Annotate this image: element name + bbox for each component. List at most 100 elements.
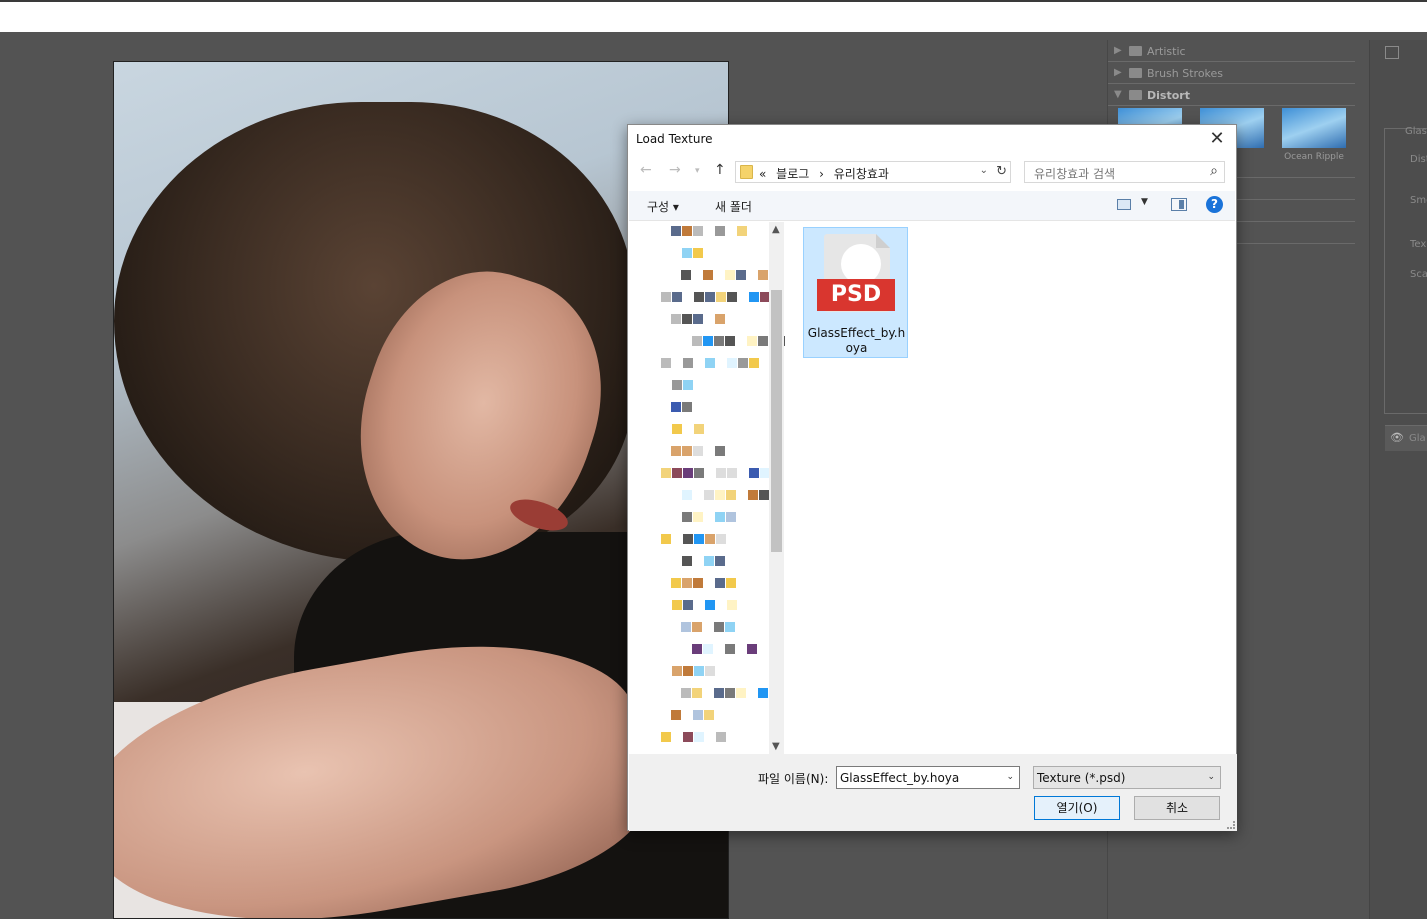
collapse-gallery-button[interactable]	[1385, 46, 1399, 59]
redacted-tree-pixel	[682, 578, 692, 588]
effect-layer-row[interactable]: 👁 Gla	[1385, 425, 1427, 451]
load-texture-dialog: Load Texture ✕ ← → ▾ ↑ « 블로그 › 유리창효과 ⌄ ↻…	[627, 124, 1237, 831]
redacted-tree-pixel	[725, 336, 735, 346]
breadcrumb-blog[interactable]: 블로그	[776, 167, 809, 181]
scroll-down-icon[interactable]: ▼	[772, 741, 780, 752]
redacted-tree-pixel	[727, 292, 737, 302]
filetype-value: Texture (*.psd)	[1037, 771, 1126, 785]
back-arrow-icon[interactable]: ←	[640, 162, 652, 178]
eye-icon[interactable]: 👁	[1390, 431, 1404, 444]
overflow-chevron[interactable]: «	[759, 167, 766, 181]
dialog-title: Load Texture	[636, 132, 713, 146]
filename-value: GlassEffect_by.hoya	[840, 771, 960, 785]
redacted-tree-pixel	[661, 534, 671, 544]
address-bar[interactable]: « 블로그 › 유리창효과 ⌄ ↻	[735, 161, 1011, 183]
redacted-tree-pixel	[715, 314, 725, 324]
redacted-tree-pixel	[672, 292, 682, 302]
redacted-tree-pixel	[705, 292, 715, 302]
redacted-tree-pixel	[749, 292, 759, 302]
filetype-select[interactable]: Texture (*.psd) ⌄	[1033, 766, 1221, 789]
file-list[interactable]: PSD GlassEffect_by.hoya	[785, 222, 1236, 754]
search-placeholder: 유리창효과 검색	[1034, 167, 1116, 181]
redacted-tree-pixel	[661, 732, 671, 742]
organize-button[interactable]: 구성 ▾	[647, 198, 679, 215]
redacted-tree-pixel	[693, 512, 703, 522]
redacted-tree-pixel	[692, 622, 702, 632]
forward-arrow-icon[interactable]: →	[669, 162, 681, 178]
cancel-button[interactable]: 취소	[1134, 796, 1220, 820]
redacted-tree-pixel	[672, 424, 682, 434]
redacted-tree-pixel	[758, 270, 768, 280]
redacted-tree-pixel	[672, 600, 682, 610]
thumb-label-ocean-ripple: Ocean Ripple	[1284, 152, 1344, 162]
panel-divider	[1237, 221, 1355, 222]
breadcrumb-separator[interactable]: ›	[819, 167, 824, 181]
category-label: Distort	[1147, 89, 1190, 102]
redacted-tree-pixel	[714, 336, 724, 346]
address-dropdown-icon[interactable]: ⌄	[980, 165, 988, 176]
refresh-icon[interactable]: ↻	[996, 164, 1007, 179]
filename-field[interactable]: GlassEffect_by.hoya ⌄	[836, 766, 1020, 789]
file-item[interactable]: PSD GlassEffect_by.hoya	[803, 227, 908, 358]
redacted-tree-pixel	[693, 710, 703, 720]
redacted-tree-pixel	[704, 710, 714, 720]
redacted-tree-pixel	[661, 358, 671, 368]
redacted-tree-pixel	[682, 314, 692, 324]
up-arrow-icon[interactable]: ↑	[714, 162, 726, 178]
category-distort[interactable]: ▼ Distort	[1108, 86, 1355, 106]
redacted-tree-pixel	[705, 358, 715, 368]
redacted-tree-pixel	[715, 446, 725, 456]
redacted-tree-pixel	[672, 468, 682, 478]
navigation-scrollbar[interactable]: ▲ ▼	[769, 222, 784, 754]
preview-pane-icon[interactable]	[1171, 198, 1187, 211]
scrollbar-thumb[interactable]	[771, 290, 782, 552]
category-artistic[interactable]: ▶ Artistic	[1108, 42, 1355, 62]
folder-icon	[1129, 46, 1142, 56]
redacted-tree-pixel	[682, 402, 692, 412]
resize-grip-icon[interactable]	[1227, 821, 1235, 829]
breadcrumb-current-folder[interactable]: 유리창효과	[834, 167, 889, 181]
scroll-up-icon[interactable]: ▲	[772, 224, 780, 235]
redacted-tree-pixel	[725, 270, 735, 280]
distortion-label: Dist	[1410, 154, 1427, 165]
redacted-tree-pixel	[681, 622, 691, 632]
redacted-tree-pixel	[692, 336, 702, 346]
panel-divider	[1237, 177, 1355, 178]
effect-layer-label: Gla	[1409, 433, 1426, 444]
redacted-tree-pixel	[683, 468, 693, 478]
redacted-tree-pixel	[758, 688, 768, 698]
redacted-tree-pixel	[693, 578, 703, 588]
collapse-arrow-icon: ▼	[1114, 89, 1122, 100]
new-folder-button[interactable]: 새 폴더	[715, 198, 752, 215]
redacted-tree-pixel	[748, 490, 758, 500]
redacted-tree-pixel	[703, 644, 713, 654]
dialog-footer: 파일 이름(N): GlassEffect_by.hoya ⌄ Texture …	[629, 754, 1237, 831]
redacted-tree-pixel	[671, 578, 681, 588]
redacted-tree-pixel	[683, 666, 693, 676]
filter-thumb-ocean-ripple[interactable]	[1282, 108, 1346, 148]
search-input[interactable]: 유리창효과 검색 ⌕	[1024, 161, 1225, 183]
recent-locations-dropdown-icon[interactable]: ▾	[695, 166, 700, 176]
redacted-tree-pixel	[704, 556, 714, 566]
redacted-tree-pixel	[671, 710, 681, 720]
view-options-dropdown-icon[interactable]: ▼	[1141, 197, 1148, 207]
close-icon[interactable]: ✕	[1206, 128, 1228, 149]
help-icon[interactable]: ?	[1206, 196, 1223, 213]
category-label: Brush Strokes	[1147, 67, 1224, 80]
chevron-down-icon[interactable]: ⌄	[1207, 772, 1215, 782]
open-button[interactable]: 열기(O)	[1034, 796, 1120, 820]
folder-icon	[740, 165, 753, 179]
chevron-down-icon[interactable]: ⌄	[1006, 772, 1014, 782]
category-brush-strokes[interactable]: ▶ Brush Strokes	[1108, 64, 1355, 84]
search-icon[interactable]: ⌕	[1210, 163, 1218, 179]
redacted-tree-pixel	[694, 424, 704, 434]
filter-select[interactable]: Glass	[1405, 126, 1427, 137]
scaling-label: Sca	[1410, 269, 1427, 280]
redacted-tree-pixel	[694, 534, 704, 544]
change-view-icon[interactable]	[1117, 199, 1131, 210]
redacted-tree-pixel	[726, 512, 736, 522]
redacted-tree-pixel	[683, 358, 693, 368]
navigation-pane[interactable]	[629, 222, 785, 754]
redacted-tree-pixel	[682, 512, 692, 522]
smoothness-label: Smo	[1410, 195, 1427, 206]
